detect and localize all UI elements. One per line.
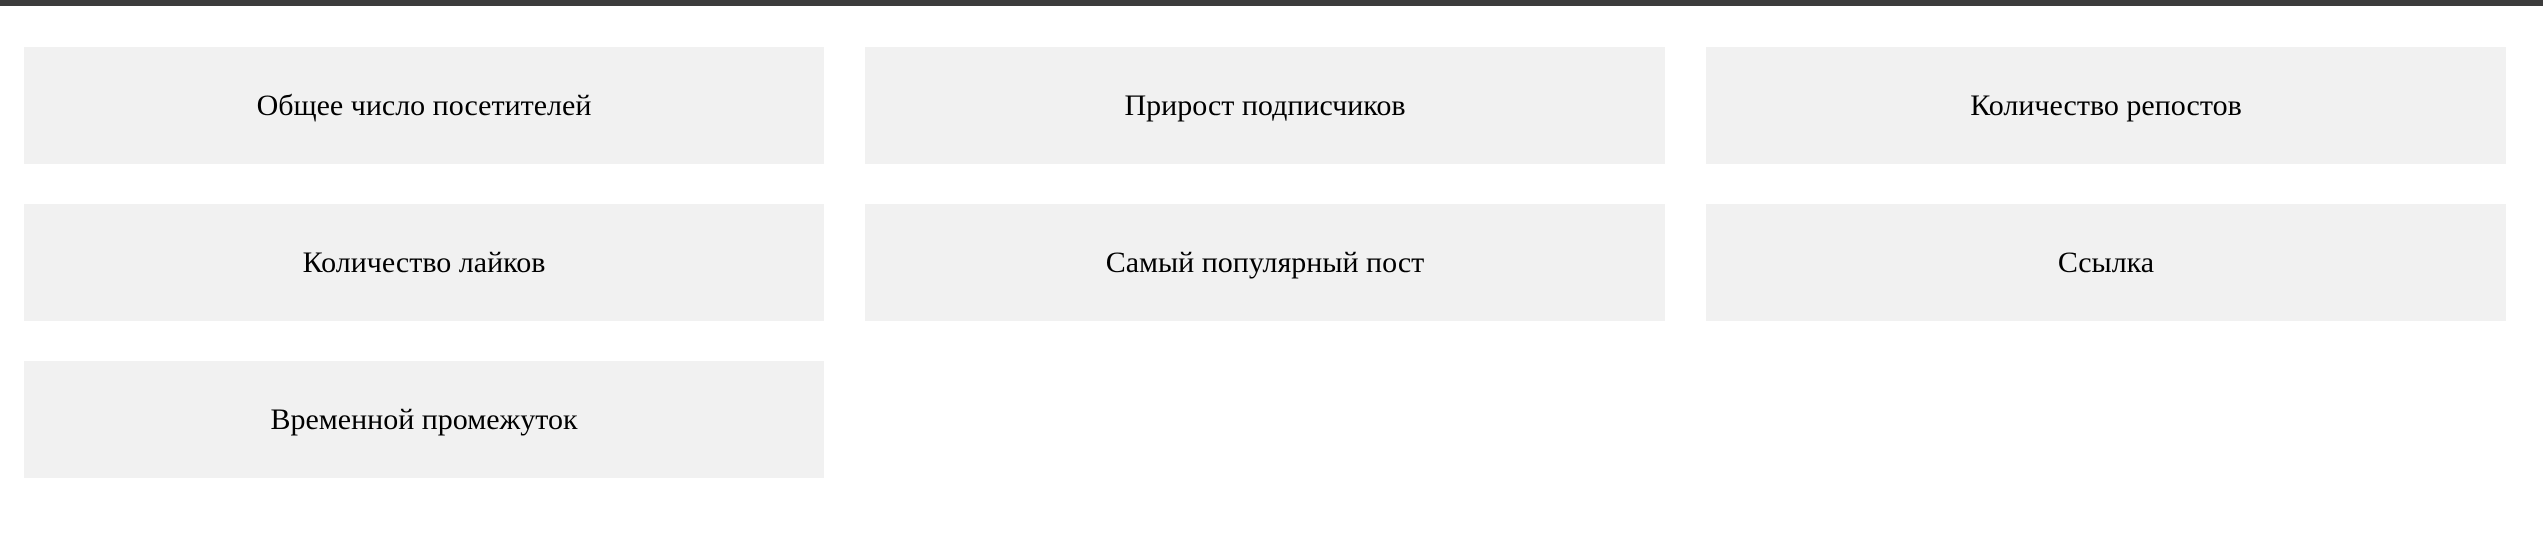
top-bar	[0, 0, 2543, 6]
card-time-period[interactable]: Временной промежуток	[24, 361, 824, 478]
card-label: Ссылка	[2057, 245, 2155, 279]
card-label: Количество репостов	[1970, 88, 2242, 122]
card-label: Временной промежуток	[270, 402, 578, 436]
card-label: Количество лайков	[302, 245, 546, 279]
card-label: Самый популярный пост	[1105, 245, 1425, 279]
metrics-grid: Общее число посетителей Прирост подписчи…	[24, 47, 2506, 478]
card-link[interactable]: Ссылка	[1706, 204, 2506, 321]
card-subscriber-growth[interactable]: Прирост подписчиков	[865, 47, 1665, 164]
card-reposts-count[interactable]: Количество репостов	[1706, 47, 2506, 164]
card-total-visitors[interactable]: Общее число посетителей	[24, 47, 824, 164]
card-label: Прирост подписчиков	[1124, 88, 1406, 122]
card-most-popular-post[interactable]: Самый популярный пост	[865, 204, 1665, 321]
card-label: Общее число посетителей	[256, 88, 592, 122]
card-likes-count[interactable]: Количество лайков	[24, 204, 824, 321]
